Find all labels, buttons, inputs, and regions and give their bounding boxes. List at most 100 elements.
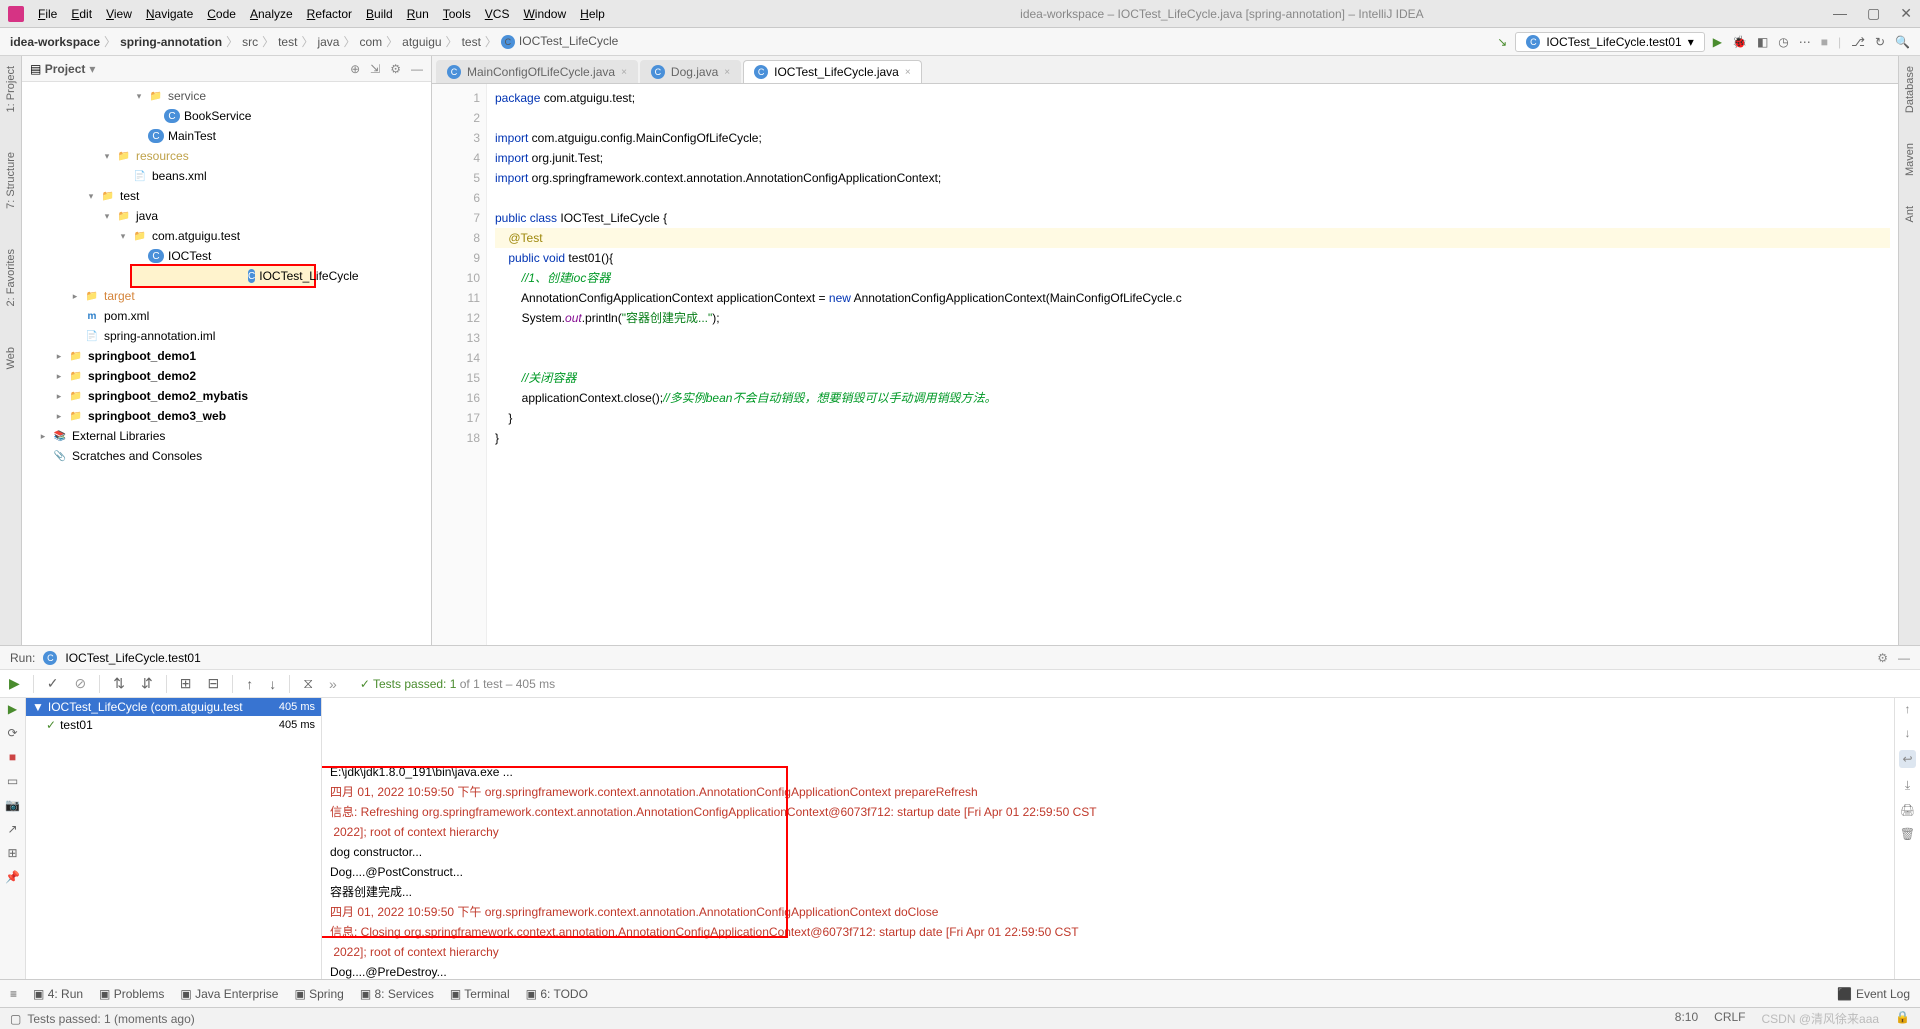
event-log-button[interactable]: ⬛ Event Log (1837, 987, 1910, 1001)
tree-item[interactable]: 📄beans.xml (22, 166, 431, 186)
print-icon[interactable]: 🖨 (1900, 803, 1915, 817)
menu-analyze[interactable]: Analyze (244, 5, 299, 23)
tree-item[interactable]: ▾📁test (22, 186, 431, 206)
tree-item[interactable]: CBookService (22, 106, 431, 126)
breadcrumb-item[interactable]: test (462, 35, 481, 49)
git-icon[interactable]: ⎇ (1851, 35, 1865, 49)
project-tree[interactable]: ▾📁serviceCBookServiceCMainTest▾📁resource… (22, 82, 431, 645)
profile-icon[interactable]: ◷ (1778, 35, 1788, 49)
menu-help[interactable]: Help (574, 5, 611, 23)
tree-item[interactable]: CIOCTest_LifeCycle (22, 266, 431, 286)
tool-button-maven[interactable]: Maven (1904, 143, 1916, 176)
history-icon[interactable]: ⧖ (300, 675, 316, 692)
breadcrumb-item[interactable]: src (242, 35, 258, 49)
menu-code[interactable]: Code (201, 5, 242, 23)
tool-window-button[interactable]: ▣ 6: TODO (526, 987, 588, 1001)
rerun-icon[interactable]: ▶ (8, 702, 17, 716)
tool-button-favorites[interactable]: 2: Favorites (5, 249, 17, 306)
menu-window[interactable]: Window (517, 5, 572, 23)
run-icon[interactable]: ▶ (1713, 35, 1722, 49)
console-output[interactable]: E:\jdk\jdk1.8.0_191\bin\java.exe ...四月 0… (322, 698, 1894, 979)
tool-button-ant[interactable]: Ant (1904, 206, 1916, 223)
tree-item[interactable]: ▾📁java (22, 206, 431, 226)
screenshot-icon[interactable]: 📷 (5, 798, 20, 812)
lock-icon[interactable]: 🔒 (1895, 1010, 1910, 1027)
tree-item[interactable]: mpom.xml (22, 306, 431, 326)
debug-icon[interactable]: 🐞 (1732, 35, 1747, 49)
export-icon[interactable]: ↗ (7, 822, 17, 836)
up-icon[interactable]: ↑ (243, 676, 256, 692)
tree-item[interactable]: ▾📁service (22, 86, 431, 106)
menu-refactor[interactable]: Refactor (301, 5, 358, 23)
pin-icon[interactable]: 📌 (5, 870, 20, 884)
stop-icon[interactable]: ■ (9, 750, 16, 764)
tree-item[interactable]: CIOCTest_LifeCycle (132, 266, 314, 286)
expand-more-icon[interactable]: » (326, 676, 340, 692)
show-passed-icon[interactable]: ✓ (44, 675, 62, 692)
sort-alpha-icon[interactable]: ⇵ (138, 675, 156, 692)
tool-button-project[interactable]: 1: Project (5, 66, 17, 112)
collapse-icon[interactable]: ⊟ (204, 675, 222, 692)
hide-icon[interactable]: — (411, 62, 423, 76)
show-ignored-icon[interactable]: ⊘ (72, 675, 90, 692)
cursor-position[interactable]: 8:10 (1675, 1010, 1698, 1027)
stop-icon[interactable]: ■ (1821, 35, 1828, 49)
close-tab-icon[interactable]: × (621, 67, 627, 78)
sort-icon[interactable]: ⇅ (110, 675, 128, 692)
code-editor[interactable]: package com.atguigu.test; import com.atg… (487, 84, 1898, 645)
menu-run[interactable]: Run (401, 5, 435, 23)
coverage-icon[interactable]: ◧ (1757, 35, 1768, 49)
tree-item[interactable]: ▸📁springboot_demo2_mybatis (22, 386, 431, 406)
tool-window-button[interactable]: ▣ 4: Run (33, 987, 83, 1001)
tree-item[interactable]: 📎Scratches and Consoles (22, 446, 431, 466)
tree-item[interactable]: CIOCTest (22, 246, 431, 266)
layout-icon[interactable]: ▭ (7, 774, 18, 788)
test-tree-item[interactable]: ▼IOCTest_LifeCycle (com.atguigu.test405 … (26, 698, 321, 716)
tool-window-button[interactable]: ▣ Terminal (450, 987, 510, 1001)
build-icon[interactable]: ↘ (1497, 35, 1507, 49)
close-icon[interactable]: ✕ (1900, 5, 1912, 22)
tree-item[interactable]: 📄spring-annotation.iml (22, 326, 431, 346)
tool-window-button[interactable]: ▣ Problems (99, 987, 164, 1001)
menu-build[interactable]: Build (360, 5, 399, 23)
down-icon[interactable]: ↓ (266, 676, 279, 692)
collapse-icon[interactable]: ⇲ (370, 62, 380, 76)
maximize-icon[interactable]: ▢ (1867, 5, 1880, 22)
tree-item[interactable]: ▸📚External Libraries (22, 426, 431, 446)
tree-item[interactable]: ▸📁springboot_demo1 (22, 346, 431, 366)
tree-item[interactable]: ▸📁springboot_demo2 (22, 366, 431, 386)
soft-wrap-icon[interactable]: ↩ (1899, 750, 1915, 768)
menu-tools[interactable]: Tools (437, 5, 477, 23)
update-icon[interactable]: ↻ (1875, 35, 1885, 49)
menu-edit[interactable]: Edit (65, 5, 98, 23)
tree-item[interactable]: ▸📁target (22, 286, 431, 306)
run-configuration-selector[interactable]: C IOCTest_LifeCycle.test01 ▾ (1515, 32, 1704, 52)
hide-icon[interactable]: — (1898, 651, 1910, 665)
menu-navigate[interactable]: Navigate (140, 5, 199, 23)
tree-item[interactable]: ▾📁com.atguigu.test (22, 226, 431, 246)
test-tree-item[interactable]: ✓test01405 ms (26, 716, 321, 734)
breadcrumb-item[interactable]: spring-annotation (120, 35, 222, 49)
up-arrow-icon[interactable]: ↑ (1905, 702, 1911, 716)
breadcrumb-item[interactable]: com (359, 35, 382, 49)
editor-tab[interactable]: CDog.java× (640, 60, 741, 83)
tool-button-structure[interactable]: 7: Structure (5, 152, 17, 209)
close-tab-icon[interactable]: × (905, 67, 911, 78)
tool-window-button[interactable]: ≡ (10, 987, 17, 1001)
menu-file[interactable]: File (32, 5, 63, 23)
attach-icon[interactable]: ⋯ (1799, 35, 1811, 49)
tool-button-database[interactable]: Database (1904, 66, 1916, 113)
close-tab-icon[interactable]: × (724, 67, 730, 78)
tool-window-button[interactable]: ▣ 8: Services (360, 987, 434, 1001)
menu-vcs[interactable]: VCS (479, 5, 516, 23)
toggle-icon[interactable]: ⟳ (7, 726, 17, 740)
clear-icon[interactable]: 🗑 (1900, 827, 1915, 841)
editor-tab[interactable]: CIOCTest_LifeCycle.java× (743, 60, 922, 83)
breadcrumb-item[interactable]: test (278, 35, 297, 49)
search-icon[interactable]: 🔍 (1895, 35, 1910, 49)
tree-item[interactable]: ▾📁resources (22, 146, 431, 166)
down-arrow-icon[interactable]: ↓ (1905, 726, 1911, 740)
tool-window-button[interactable]: ▣ Spring (294, 987, 343, 1001)
settings-icon[interactable]: ⚙ (390, 62, 401, 76)
rerun-icon[interactable]: ▶ (6, 675, 23, 692)
